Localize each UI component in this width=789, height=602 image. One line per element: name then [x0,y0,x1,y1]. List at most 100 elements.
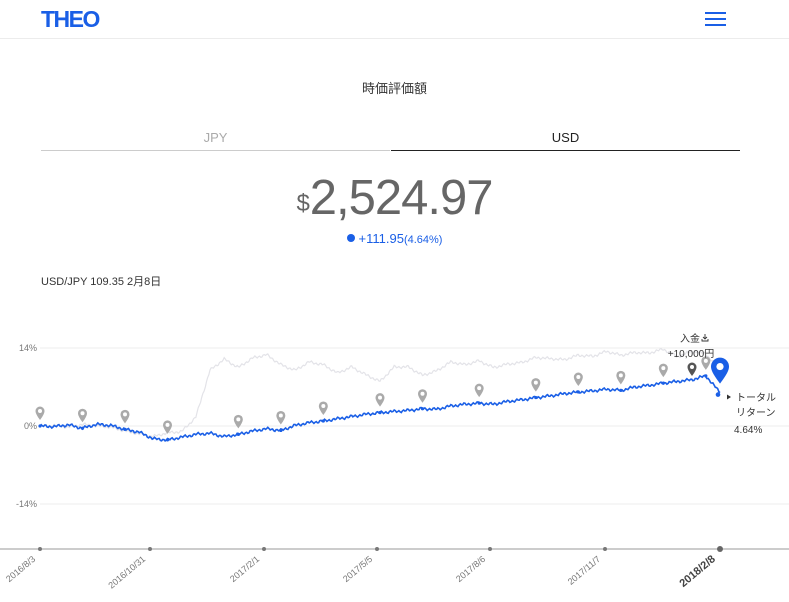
marker-pin-hole [576,375,581,380]
marker-pin-hole [661,366,666,371]
y-tick-label: 14% [19,343,37,353]
event-marker-icon [658,363,668,385]
app-header: THEO [0,0,789,39]
change-indicator-icon [346,234,355,242]
x-tick-dot [38,547,42,551]
theo-logo[interactable]: THEO [41,6,100,33]
marker-pin-hole [123,412,127,417]
marker-dot [80,426,85,430]
event-marker-icon [573,372,583,394]
menu-line [705,18,726,20]
valuation-chart[interactable]: 14% 0% -14% 2016/8/3 2016/10/31 2017/2/1 2017… [0,330,789,602]
marker-pin-hole [80,411,85,416]
x-tick-dot [488,547,492,551]
y-tick-label: -14% [16,499,37,509]
marker-pin-shape [658,363,668,378]
deposit-marker-icon [687,362,697,376]
marker-dot [123,427,127,431]
marker-dot [619,388,623,392]
event-marker-icon [531,378,541,400]
marker-pin-hole [321,403,326,408]
total-return-label: トータル [736,392,776,404]
exchange-rate: USD/JPY 109.35 2月8日 [41,276,162,288]
benchmark-line [39,347,721,439]
marker-dot [236,432,240,436]
currency-tabs: JPY USD [41,128,740,152]
y-tick-label: 0% [24,421,37,431]
tab-jpy[interactable]: JPY [41,128,390,151]
valuation-value: 2,524.97 [309,171,494,225]
event-marker-icon [375,393,385,415]
change-amount: +111.95 [358,231,404,246]
marker-dot [661,381,665,385]
chart-grid: 14% 0% -14% [16,343,789,509]
event-marker-icon [318,401,328,423]
benchmark-series [39,347,721,439]
marker-pin-shape [531,378,541,392]
marker-dot [279,428,283,433]
marker-pin-shape [35,406,45,420]
marker-pin-shape [616,370,626,385]
tab-usd[interactable]: USD [391,128,740,151]
currency-symbol: $ [296,190,310,217]
current-pin-hole [716,362,724,371]
current-pin-shape [711,357,729,384]
marker-pin-hole [477,386,482,391]
total-return-label-2: リターン [736,407,776,419]
marker-dot [534,395,538,400]
marker-pin-hole [236,417,241,422]
menu-line [705,12,726,14]
deposit-pin-hole [690,365,694,369]
marker-dot [420,407,425,411]
marker-pin-hole [38,409,42,413]
x-tick-dot [262,547,266,551]
total-return-value: 4.64% [734,425,762,436]
marker-dot [576,390,580,394]
marker-pin-shape [276,410,286,425]
deposit-label: 入金 [680,332,700,345]
x-tick-label: 2016/10/31 [106,554,147,591]
marker-pin-hole [278,413,283,418]
x-tick-label: 2016/8/3 [4,554,37,584]
deposit-amount: +10,000円 [668,349,714,360]
x-tick-label: 2018/2/8 [677,553,718,590]
event-markers[interactable] [35,356,730,442]
marker-pin-shape [418,389,427,403]
x-tick-label: 2017/11/7 [566,554,603,587]
marker-pin-hole [533,380,538,385]
marker-pin-shape [474,383,484,398]
x-axis: 2016/8/3 2016/10/31 2017/2/1 2017/5/5 2017/8… [0,546,789,590]
event-marker-icon [418,389,427,411]
marker-pin-hole [165,422,170,427]
marker-dot [321,419,325,423]
marker-dot [38,424,42,428]
x-tick-label: 2017/8/6 [454,554,487,584]
x-tick-dot [717,546,723,552]
section-title: 時価評価額 [361,81,427,96]
valuation-amount: $2,524.97 [0,170,789,226]
valuation-change: +111.95(4.64%) [0,231,789,246]
marker-dot [165,438,170,442]
x-tick-dot [148,547,152,551]
return-line [39,374,721,442]
change-percent: (4.64%) [403,234,443,246]
x-tick-label: 2017/2/1 [228,554,261,584]
return-pointer-icon [727,394,731,400]
current-position-icon [711,357,729,384]
marker-pin-hole [618,373,623,378]
deposit-pin-shape [687,362,697,376]
marker-dot [704,374,708,378]
marker-dot [378,411,382,415]
menu-line [705,24,726,26]
current-value-dot [715,392,721,397]
marker-pin-hole [420,391,425,396]
marker-pin-shape [573,372,583,387]
marker-pin-shape [375,393,385,407]
marker-dot [477,401,481,405]
marker-pin-hole [378,395,382,400]
hamburger-menu-icon[interactable] [705,12,726,26]
marker-pin-shape [120,409,130,424]
x-tick-label: 2017/5/5 [341,554,374,584]
marker-pin-shape [78,408,87,423]
x-tick-dot [375,547,379,551]
